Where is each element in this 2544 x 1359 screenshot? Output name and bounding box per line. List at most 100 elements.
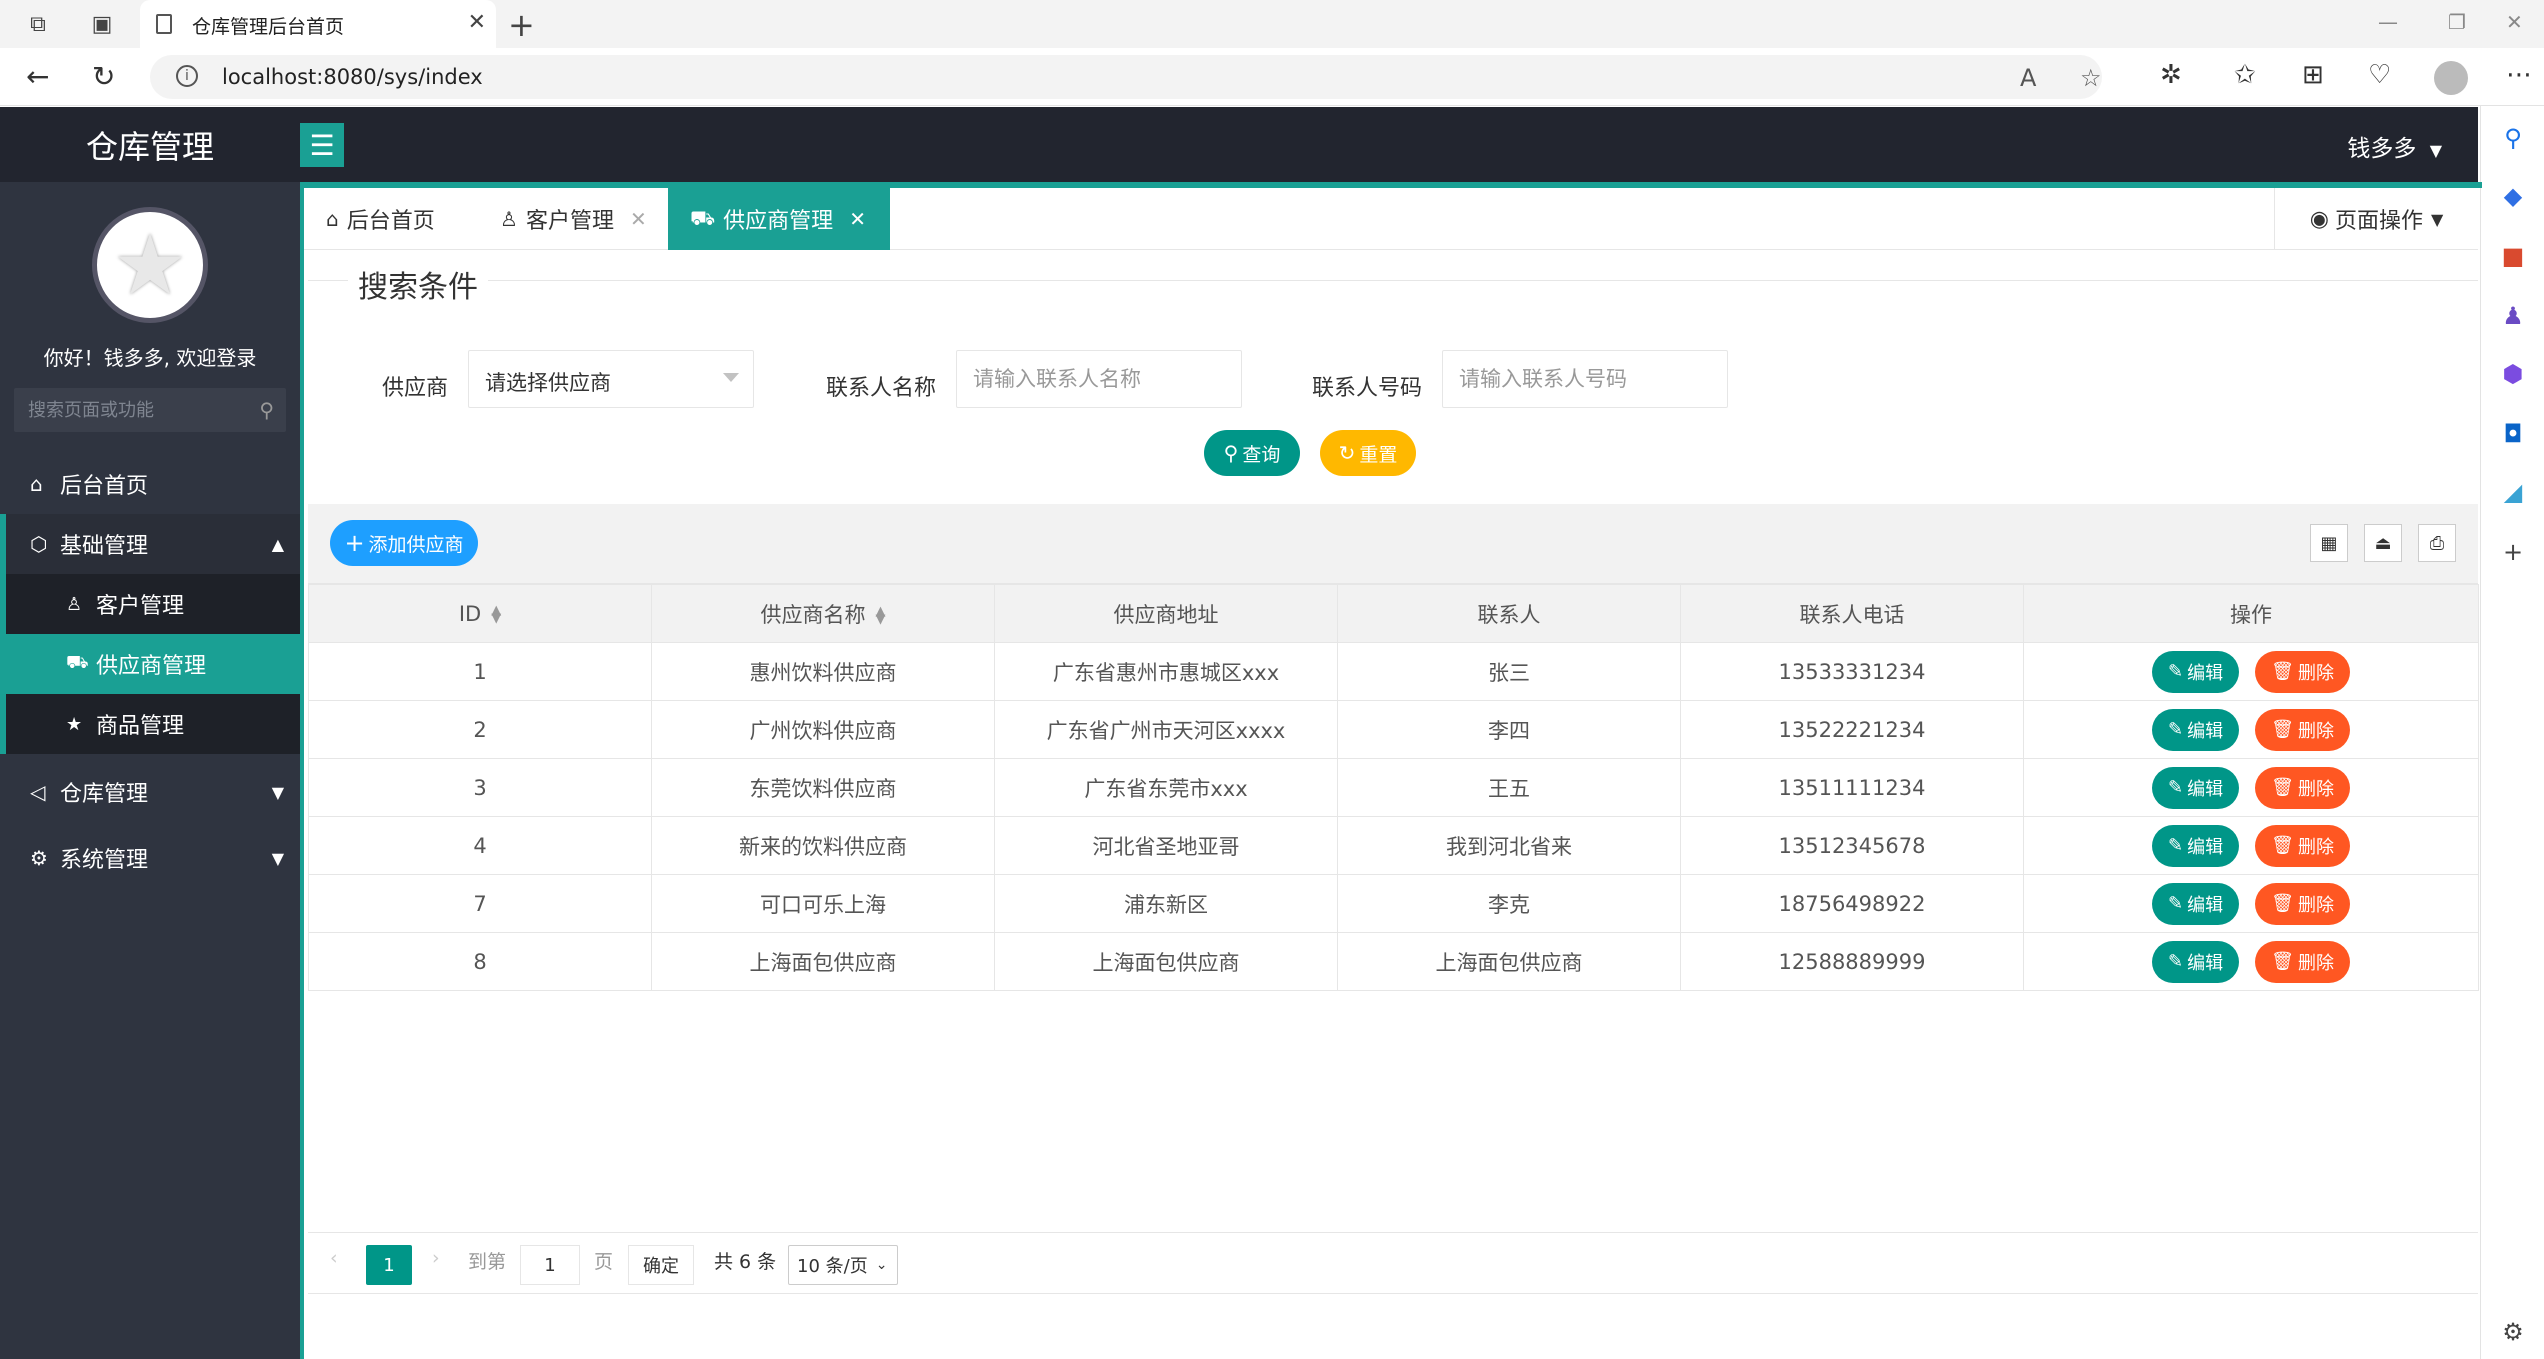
new-tab-button[interactable]: + [508, 6, 535, 44]
export-button[interactable]: ⏏ [2364, 524, 2402, 562]
performance-icon[interactable]: ♡ [2368, 60, 2391, 90]
reset-button[interactable]: ↻ 重置 [1320, 430, 1416, 476]
sidebar-sub-providers[interactable]: ⛟ 供应商管理 [0, 634, 300, 694]
favorite-star-icon[interactable]: ☆ [2080, 64, 2102, 92]
user-avatar: ★ [92, 207, 208, 323]
contact-name-input[interactable] [957, 351, 1241, 407]
workspaces-icon[interactable]: ⧉ [22, 8, 54, 40]
sidebar-sub-label: 客户管理 [96, 594, 185, 619]
cell-contact-phone: 13522221234 [1680, 700, 2024, 759]
edit-button[interactable]: ✎ 编辑 [2152, 650, 2240, 693]
page-operations-menu[interactable]: ◉ 页面操作 ▼ [2274, 188, 2478, 250]
cube-icon: ⬡ [30, 532, 48, 556]
sidebar-sub-customers[interactable]: ♙ 客户管理 [0, 574, 300, 634]
shopping-tag-icon[interactable]: ◆ [2481, 182, 2544, 210]
browser-tab-active[interactable]: 仓库管理后台首页 ✕ [140, 0, 496, 48]
maximize-button[interactable]: ❐ [2448, 10, 2466, 34]
cell-contact-phone: 13512345678 [1680, 816, 2024, 875]
header-id[interactable]: ID ▲ ▼ [308, 584, 652, 643]
home-icon: ⌂ [326, 207, 339, 231]
edit-button[interactable]: ✎ 编辑 [2152, 940, 2240, 983]
search-icon[interactable]: ⚲ [259, 398, 274, 422]
add-icon[interactable]: + [2481, 538, 2544, 566]
profile-avatar[interactable] [2434, 61, 2468, 95]
favorites-icon[interactable]: ✩ [2234, 60, 2256, 90]
search-icon[interactable]: ⚲ [2481, 124, 2544, 152]
next-page-icon[interactable]: › [432, 1247, 440, 1269]
sidebar-item-warehouse[interactable]: ◁ 仓库管理 ▼ [0, 762, 300, 822]
page-size-select[interactable]: 10 条/页 ⌄ [788, 1245, 898, 1285]
search-legend: 搜索条件 [348, 262, 488, 306]
delete-button[interactable]: 🗑 删除 [2255, 766, 2350, 809]
more-icon[interactable]: ⋯ [2506, 60, 2532, 90]
edit-button[interactable]: ✎ 编辑 [2152, 708, 2240, 751]
header-provider-name[interactable]: 供应商名称 ▲ ▼ [651, 584, 995, 643]
sidebar-item-basic[interactable]: ⬡ 基础管理 ▲ [0, 514, 300, 574]
address-bar[interactable]: i localhost:8080/sys/index A ☆ [150, 55, 2102, 99]
delete-button[interactable]: 🗑 删除 [2255, 824, 2350, 867]
app-logo[interactable]: 仓库管理 [0, 107, 300, 182]
sidebar-search-input[interactable] [14, 388, 234, 432]
refresh-icon[interactable]: ↻ [92, 60, 115, 93]
add-provider-button[interactable]: + 添加供应商 [330, 520, 478, 566]
close-tab-icon[interactable]: ✕ [468, 10, 486, 35]
sidebar-search: ⚲ [14, 388, 286, 432]
sidebar-item-system[interactable]: ⚙ 系统管理 ▼ [0, 828, 300, 888]
close-icon[interactable]: ✕ [630, 207, 647, 231]
page-ops-label: 页面操作 [2334, 209, 2423, 234]
collections-icon[interactable]: ⊞ [2302, 60, 2324, 90]
sidebar-item-home[interactable]: ⌂ 后台首页 [0, 454, 300, 514]
sort-icon[interactable]: ▲ ▼ [491, 604, 501, 625]
cell-actions: ✎ 编辑 🗑 删除 [2023, 758, 2479, 817]
tab-providers[interactable]: ⛟ 供应商管理 ✕ [668, 188, 890, 250]
delete-button[interactable]: 🗑 删除 [2255, 882, 2350, 925]
provider-select[interactable]: 请选择供应商 [468, 350, 754, 408]
goto-page-input[interactable]: 1 [520, 1245, 580, 1285]
caret-down-icon: ▼ [271, 782, 284, 802]
goto-confirm-button[interactable]: 确定 [628, 1245, 694, 1285]
user-icon: ♙ [500, 207, 518, 231]
minimize-button[interactable]: — [2378, 10, 2398, 34]
sort-icon[interactable]: ▲ ▼ [876, 605, 886, 626]
cell-actions: ✎ 编辑 🗑 删除 [2023, 816, 2479, 875]
user-menu[interactable]: 钱多多 ▼ [2347, 129, 2442, 163]
pencil-icon: ✎ [2168, 719, 2184, 740]
trash-icon: 🗑 [2271, 777, 2294, 798]
close-icon[interactable]: ✕ [849, 207, 866, 231]
vertical-tabs-icon[interactable]: ▣ [86, 8, 118, 40]
edit-button[interactable]: ✎ 编辑 [2152, 824, 2240, 867]
cell-id: 3 [308, 758, 652, 817]
delete-button[interactable]: 🗑 删除 [2255, 650, 2350, 693]
page-icon [156, 14, 172, 34]
delete-button[interactable]: 🗑 删除 [2255, 708, 2350, 751]
copilot-icon[interactable]: ⬢ [2481, 360, 2544, 388]
edit-button[interactable]: ✎ 编辑 [2152, 766, 2240, 809]
delete-button[interactable]: 🗑 删除 [2255, 940, 2350, 983]
extensions-icon[interactable]: ✲ [2160, 60, 2182, 90]
close-window-button[interactable]: ✕ [2506, 10, 2523, 34]
games-icon[interactable]: ♟ [2481, 302, 2544, 330]
tab-home[interactable]: ⌂ 后台首页 [304, 188, 478, 250]
settings-gear-icon[interactable]: ⚙ [2481, 1318, 2544, 1346]
table-row: 4 新来的饮料供应商 河北省圣地亚哥 我到河北省来 13512345678 ✎ 编… [308, 816, 2479, 875]
tab-customers[interactable]: ♙ 客户管理 ✕ [478, 188, 696, 250]
back-icon[interactable]: ← [26, 60, 49, 93]
tools-icon[interactable]: ■ [2481, 242, 2544, 270]
outlook-icon[interactable]: ◘ [2481, 420, 2544, 448]
print-button[interactable]: ⎙ [2418, 524, 2456, 562]
site-info-icon[interactable]: i [176, 65, 198, 87]
pencil-icon: ✎ [2168, 951, 2184, 972]
send-icon[interactable]: ◢ [2481, 478, 2544, 506]
query-button[interactable]: ⚲ 查询 [1204, 430, 1300, 476]
menu-toggle-button[interactable]: ☰ [300, 123, 344, 167]
contact-phone-input[interactable] [1443, 351, 1727, 407]
current-page[interactable]: 1 [366, 1245, 412, 1285]
url-text[interactable]: localhost:8080/sys/index [222, 65, 483, 89]
sidebar-sub-goods[interactable]: ★ 商品管理 [0, 694, 300, 754]
prev-page-icon[interactable]: ‹ [330, 1247, 338, 1269]
sidebar-item-label: 后台首页 [60, 474, 149, 499]
columns-filter-button[interactable]: ▦ [2310, 524, 2348, 562]
provider-select-value: 请选择供应商 [485, 371, 611, 395]
read-aloud-icon[interactable]: A [2020, 64, 2036, 92]
edit-button[interactable]: ✎ 编辑 [2152, 882, 2240, 925]
